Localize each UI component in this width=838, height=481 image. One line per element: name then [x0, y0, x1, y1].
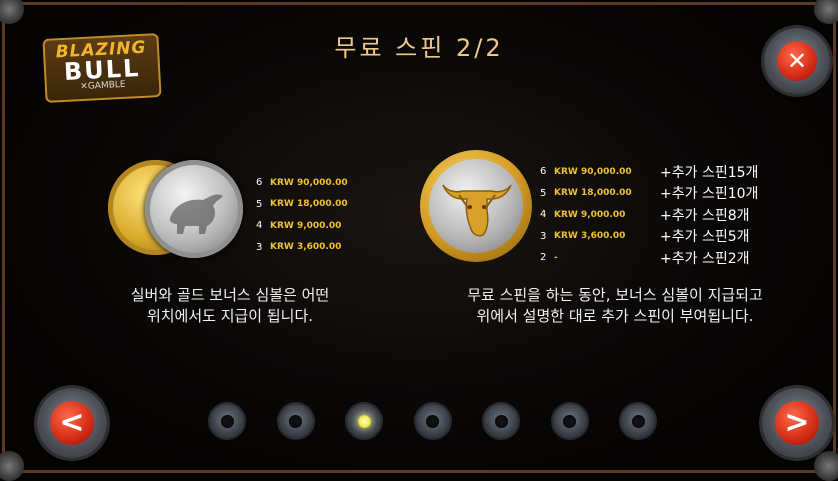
paytable-row: 5 KRW 18,000.00	[540, 183, 632, 205]
extra-spins-item: +추가 스핀15개	[660, 164, 759, 181]
close-button[interactable]: ✕	[764, 28, 830, 94]
description-line: 무료 스핀을 하는 동안, 보너스 심볼이 지급되고	[467, 286, 763, 304]
dot-indicator	[631, 414, 645, 428]
payout-value: -	[554, 252, 558, 263]
symbol-count: 4	[256, 220, 263, 232]
extra-spins-item: +추가 스핀2개	[660, 250, 750, 267]
dot-indicator	[494, 414, 508, 428]
bull-coin-ring	[429, 159, 523, 253]
dot-indicator	[426, 414, 439, 428]
paytable-row: 6 KRW 90,000.00	[540, 161, 632, 183]
symbol-count: 5	[256, 198, 263, 210]
page-dot[interactable]	[415, 404, 450, 438]
left-paytable: 6 KRW 90,000.00 5 KRW 18,000.00 4 KRW 9,000…	[256, 172, 348, 258]
payout-value: KRW 9,000.00	[554, 209, 626, 220]
symbol-count: 2	[540, 252, 547, 264]
dot-indicator	[289, 414, 302, 428]
extra-spins-item: +추가 스핀5개	[660, 229, 750, 246]
bull-head-icon	[442, 184, 512, 237]
payout-value: KRW 18,000.00	[270, 199, 348, 210]
previous-page-button[interactable]: <	[37, 388, 107, 458]
dot-indicator	[220, 414, 234, 428]
paytable-row: 4 KRW 9,000.00	[256, 215, 348, 237]
payout-value: KRW 18,000.00	[554, 188, 632, 199]
symbol-count: 4	[540, 209, 547, 221]
next-page-button[interactable]: >	[762, 388, 832, 458]
right-paytable: 6 KRW 90,000.00 5 KRW 18,000.00 4 KRW 9,000…	[540, 161, 632, 269]
symbol-count: 6	[256, 177, 263, 189]
dot-indicator	[563, 414, 576, 428]
page-dot[interactable]	[621, 404, 655, 438]
paytable-row: 6 KRW 90,000.00	[256, 172, 348, 194]
paytable-row: 2-	[540, 247, 632, 269]
symbol-count: 5	[540, 187, 547, 199]
extra-spins-item: +추가 스핀8개	[660, 207, 750, 224]
payout-value: KRW 90,000.00	[270, 177, 348, 188]
page-dot[interactable]	[347, 404, 381, 438]
page-dot[interactable]	[484, 404, 518, 438]
description-line: 실버와 골드 보너스 심볼은 어떤	[130, 286, 330, 304]
frame-corner	[0, 451, 24, 481]
page-dot[interactable]	[210, 404, 244, 438]
extra-spins-list: +추가 스핀15개 +추가 스핀10개 +추가 스핀8개 +추가 스핀5개 +추…	[660, 161, 758, 269]
extra-spins-item: +추가 스핀10개	[660, 186, 759, 203]
symbol-count: 3	[256, 241, 263, 253]
description-line: 위치에서도 지급이 됩니다.	[146, 307, 314, 325]
chevron-left-icon: <	[50, 401, 94, 445]
paytable-row: 3 KRW 3,600.00	[540, 226, 632, 248]
symbol-count: 3	[540, 230, 547, 242]
page-title: 무료 스핀 2/2	[334, 34, 504, 62]
paytable-row: 3 KRW 3,600.00	[256, 237, 348, 259]
right-description: 무료 스핀을 하는 동안, 보너스 심볼이 지급되고 위에서 설명한 대로 추가…	[420, 285, 810, 327]
paytable-row: 4 KRW 9,000.00	[540, 204, 632, 226]
silver-bull-icon	[169, 194, 223, 234]
pagination-dots	[210, 404, 656, 440]
left-description: 실버와 골드 보너스 심볼은 어떤 위치에서도 지급이 됩니다.	[90, 285, 370, 327]
bull-bonus-coin-icon	[420, 150, 532, 262]
description-line: 위에서 설명한 대로 추가 스핀이 부여됩니다.	[476, 307, 754, 325]
paytable-row: 5 KRW 18,000.00	[256, 194, 348, 216]
frame-corner	[814, 451, 838, 481]
payout-value: KRW 3,600.00	[554, 231, 626, 242]
payout-value: KRW 9,000.00	[270, 220, 342, 231]
symbol-count: 6	[540, 166, 547, 178]
payout-value: KRW 3,600.00	[270, 242, 342, 253]
page-dot[interactable]	[278, 404, 313, 438]
page-dot[interactable]	[552, 404, 587, 438]
active-dot-indicator	[357, 414, 371, 428]
silver-coin-icon	[145, 160, 243, 258]
payout-value: KRW 90,000.00	[554, 166, 632, 177]
close-icon: ✕	[776, 40, 818, 82]
chevron-right-icon: >	[775, 401, 819, 445]
